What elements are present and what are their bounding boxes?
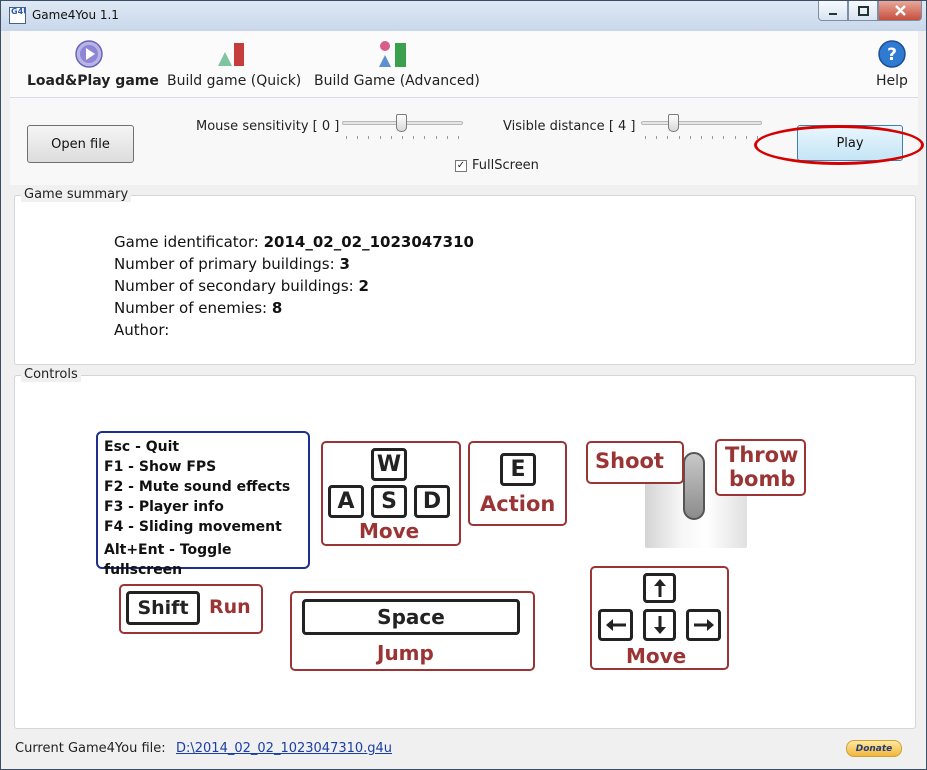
- game-summary-group: Game summary Game identificator: 2014_02…: [14, 187, 916, 365]
- help-button[interactable]: ? Help: [868, 39, 916, 89]
- current-file-label: Current Game4You file:: [15, 741, 166, 756]
- throw-bomb-panel: Throw bomb: [715, 439, 806, 496]
- visible-distance-thumb[interactable]: [668, 114, 679, 132]
- main-toolbar: Load&Play game Build game (Quick) Build …: [10, 31, 918, 98]
- action-panel: E Action: [468, 441, 567, 526]
- tab-build-quick[interactable]: Build game (Quick): [167, 39, 302, 89]
- controls-title: Controls: [21, 367, 81, 382]
- app-icon: G4U: [9, 7, 26, 24]
- play-button[interactable]: Play: [797, 125, 903, 161]
- secondary-buildings-label: Number of secondary buildings:: [114, 277, 354, 295]
- secondary-buildings-value: 2: [358, 277, 369, 295]
- key-e: E: [500, 453, 536, 486]
- action-label: Action: [480, 492, 556, 516]
- mouse-sensitivity-thumb[interactable]: [396, 114, 407, 132]
- jump-panel: Space Jump: [290, 591, 535, 671]
- mouse-wheel: [683, 452, 705, 520]
- shoot-label: Shoot: [595, 449, 664, 473]
- shortcuts-box: Esc - Quit F1 - Show FPS F2 - Mute sound…: [96, 431, 310, 578]
- status-bar: Current Game4You file: D:\2014_02_02_102…: [10, 735, 918, 763]
- game-id-row: Game identificator: 2014_02_02_102304731…: [114, 231, 474, 253]
- key-a: A: [328, 485, 364, 518]
- tab-build-advanced[interactable]: Build Game (Advanced): [314, 39, 480, 89]
- primary-buildings-value: 3: [339, 255, 350, 273]
- current-file-link[interactable]: D:\2014_02_02_1023047310.g4u: [176, 741, 392, 756]
- bomb-label: bomb: [729, 467, 796, 491]
- shortcut-f2: F2 - Mute sound effects: [104, 479, 291, 495]
- build-advanced-icon: [379, 41, 406, 67]
- donate-button[interactable]: Donate: [846, 740, 902, 757]
- key-space: Space: [302, 599, 520, 635]
- game-id-value: 2014_02_02_1023047310: [263, 233, 474, 251]
- key-down: [643, 609, 676, 641]
- close-button[interactable]: [878, 1, 922, 21]
- author-row: Author:: [114, 319, 474, 341]
- maximize-icon: [857, 5, 869, 16]
- wasd-move-label: Move: [359, 519, 420, 543]
- controls-group: Controls Esc - Quit F1 - Show FPS F2 - M…: [14, 367, 916, 729]
- shortcut-alt-enter: Alt+Ent - Toggle fullscreen: [104, 542, 232, 578]
- key-w: W: [371, 448, 407, 481]
- visible-distance-label: Visible distance [ 4 ]: [503, 119, 636, 134]
- fullscreen-checkbox-box[interactable]: ✓: [455, 159, 467, 172]
- fullscreen-checkbox[interactable]: ✓ FullScreen: [455, 158, 539, 173]
- build-quick-icon: [218, 43, 244, 66]
- key-right: [686, 609, 721, 641]
- author-label: Author:: [114, 321, 170, 339]
- arrow-up-icon: [653, 579, 666, 597]
- primary-buildings-label: Number of primary buildings:: [114, 255, 335, 273]
- throw-label: Throw: [725, 443, 799, 467]
- title-bar[interactable]: G4U Game4You 1.1: [1, 1, 926, 31]
- primary-buildings-row: Number of primary buildings: 3: [114, 253, 474, 275]
- game-id-label: Game identificator:: [114, 233, 259, 251]
- jump-label: Jump: [377, 641, 434, 665]
- tab-load-play-label: Load&Play game: [27, 73, 159, 89]
- minimize-button[interactable]: [818, 1, 848, 21]
- shortcut-esc: Esc - Quit: [104, 439, 180, 455]
- window-title: Game4You 1.1: [32, 8, 119, 22]
- key-s: S: [371, 485, 407, 518]
- app-icon-text: G4U: [11, 7, 25, 16]
- svg-text:?: ?: [887, 45, 897, 65]
- arrow-right-icon: [693, 619, 714, 631]
- options-panel: Open file Mouse sensitivity [ 0 ] Visibl…: [10, 98, 918, 185]
- mouse-sensitivity-slider[interactable]: [342, 112, 463, 140]
- key-left: [598, 609, 633, 641]
- arrow-keys-panel: Move: [590, 566, 729, 670]
- enemies-label: Number of enemies:: [114, 299, 268, 317]
- run-panel: Shift Run: [119, 584, 263, 634]
- help-icon: ?: [878, 40, 906, 68]
- shortcut-f1: F1 - Show FPS: [104, 459, 217, 475]
- arrow-left-icon: [605, 619, 626, 631]
- open-file-button[interactable]: Open file: [27, 125, 134, 163]
- app-window: G4U Game4You 1.1 Load&Play: [0, 0, 927, 770]
- key-shift: Shift: [126, 591, 200, 625]
- enemies-value: 8: [271, 299, 283, 317]
- close-icon: [894, 5, 906, 16]
- fullscreen-label: FullScreen: [472, 158, 539, 173]
- wasd-panel: W A S D Move: [321, 441, 461, 546]
- tab-load-play[interactable]: Load&Play game: [27, 39, 159, 89]
- help-label: Help: [876, 73, 908, 89]
- run-label: Run: [209, 596, 251, 618]
- game-summary-title: Game summary: [21, 187, 132, 202]
- minimize-icon: [829, 12, 837, 15]
- shortcut-f4: F4 - Sliding movement: [104, 519, 282, 535]
- key-d: D: [414, 485, 450, 518]
- maximize-button[interactable]: [848, 1, 878, 21]
- tab-build-quick-label: Build game (Quick): [167, 73, 302, 89]
- game-summary-text: Game identificator: 2014_02_02_102304731…: [114, 231, 474, 341]
- mouse-sensitivity-label: Mouse sensitivity [ 0 ]: [196, 119, 340, 134]
- window-controls: [818, 1, 922, 21]
- arrows-move-label: Move: [626, 644, 687, 668]
- secondary-buildings-row: Number of secondary buildings: 2: [114, 275, 474, 297]
- tab-build-advanced-label: Build Game (Advanced): [314, 73, 480, 89]
- shoot-panel: Shoot: [586, 441, 684, 484]
- shortcut-f3: F3 - Player info: [104, 499, 224, 515]
- arrow-down-icon: [653, 616, 666, 634]
- key-up: [643, 573, 676, 603]
- visible-distance-slider[interactable]: [641, 112, 762, 140]
- enemies-row: Number of enemies: 8: [114, 297, 474, 319]
- play-disc-icon: [75, 40, 103, 68]
